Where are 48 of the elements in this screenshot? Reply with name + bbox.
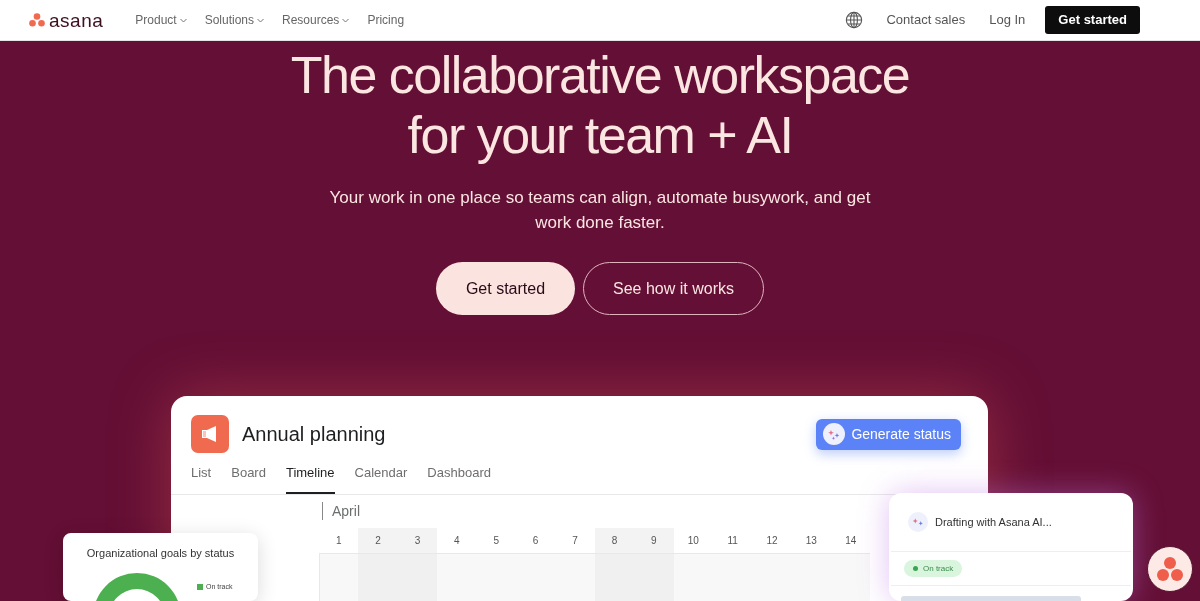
generate-status-button[interactable]: Generate status <box>816 418 961 450</box>
day-header-cell: 2 <box>358 527 398 553</box>
card-title: Organizational goals by status <box>85 546 236 561</box>
view-tab[interactable]: List <box>191 463 212 494</box>
day-header-cell-text: 1 <box>334 533 343 548</box>
legend-swatch <box>197 583 203 590</box>
login-link[interactable]: Log In <box>989 10 1026 30</box>
day-header-cell-text: 12 <box>765 533 779 548</box>
logo-icon <box>29 13 45 27</box>
day-header-cell: 8 <box>594 527 635 553</box>
view-tab[interactable]: Timeline <box>285 463 335 494</box>
day-header-cell-text: 4 <box>453 533 461 548</box>
day-header-cell: 3 <box>397 527 438 553</box>
nav-menu-item[interactable]: Pricing <box>367 11 405 29</box>
card-title: Drafting with Asana AI... <box>935 514 1052 530</box>
view-tab[interactable]: Board <box>231 463 266 494</box>
sparkle-icon <box>823 423 846 445</box>
day-header-cell-text: 5 <box>492 533 501 548</box>
globe-icon[interactable] <box>845 11 864 29</box>
view-tab[interactable]: Dashboard <box>427 463 491 494</box>
hero-title-line: The collaborative workspace <box>290 45 910 105</box>
hero-subtitle: Your work in one place so teams can align, automate busywork, and get work done faster. <box>328 187 872 234</box>
get-started-button[interactable]: Get started <box>1045 6 1140 34</box>
day-header-cell-text: 10 <box>686 533 700 548</box>
megaphone-icon <box>191 415 229 453</box>
three-dots-icon <box>1156 556 1184 582</box>
day-header-cell-text: 6 <box>531 533 540 548</box>
day-header-cell-text: 11 <box>726 533 739 548</box>
chevron-down-icon <box>179 17 187 23</box>
project-title: Annual planning <box>242 422 386 447</box>
status-badge: On track <box>904 560 963 577</box>
logo-wordmark[interactable]: asana <box>49 10 104 30</box>
chevron-down-icon <box>342 17 350 23</box>
day-header-cell-text: 14 <box>844 533 858 548</box>
nav-menu-item[interactable]: Solutions <box>204 11 264 29</box>
day-header-cell-text: 13 <box>804 533 818 548</box>
nav-menu-item[interactable]: Resources <box>282 11 350 29</box>
month-label: April <box>332 501 360 521</box>
view-tab[interactable]: Calendar <box>354 463 408 494</box>
nav-menu-item[interactable]: Product <box>135 11 187 29</box>
day-header-cell: 9 <box>634 527 674 553</box>
hero-title-line: for your team + AI <box>407 105 793 165</box>
chevron-down-icon <box>257 17 264 23</box>
day-header-cell-text: 7 <box>571 533 579 548</box>
contact-sales-link[interactable]: Contact sales <box>886 10 966 30</box>
sparkle-icon <box>908 512 928 532</box>
asana-chat-button[interactable] <box>1147 546 1193 592</box>
get-started-button[interactable]: Get started <box>436 262 575 315</box>
